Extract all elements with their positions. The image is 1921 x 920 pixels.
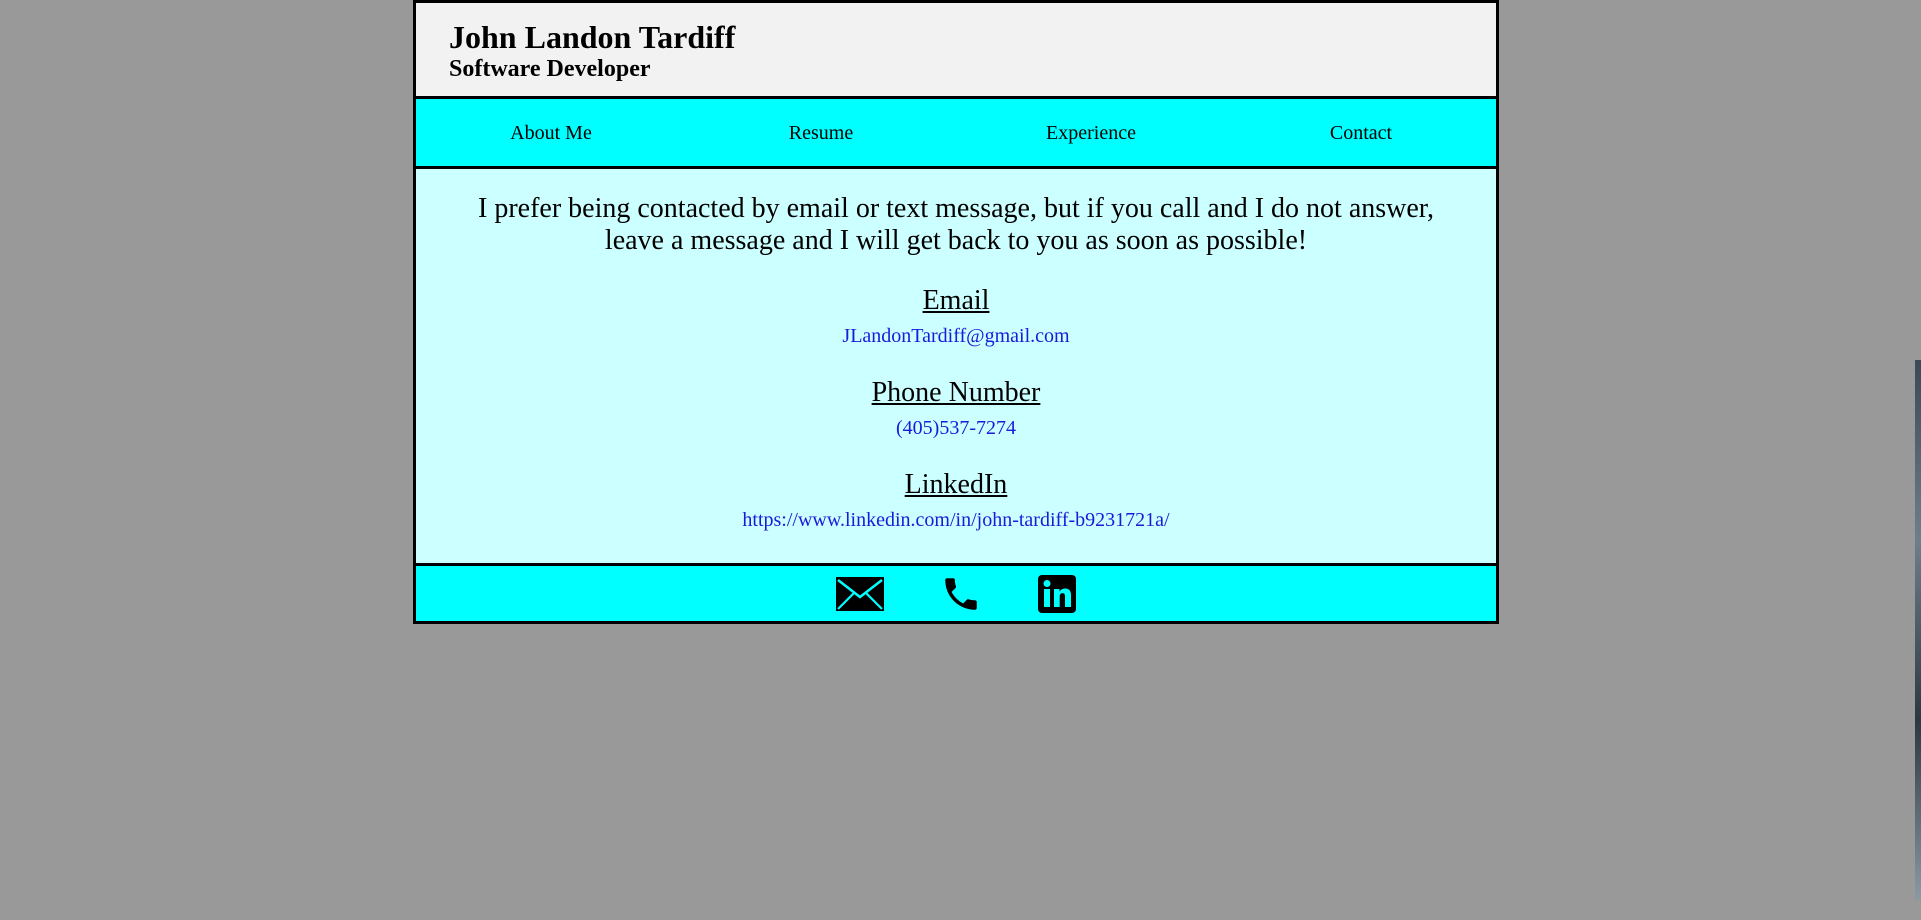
linkedin-link[interactable]: https://www.linkedin.com/in/john-tardiff… <box>742 507 1169 533</box>
envelope-icon[interactable] <box>835 576 885 612</box>
page-container: John Landon Tardiff Software Developer A… <box>413 0 1499 624</box>
site-owner-name: John Landon Tardiff <box>449 19 736 55</box>
site-header: John Landon Tardiff Software Developer <box>416 3 1496 99</box>
contact-section: I prefer being contacted by email or tex… <box>416 169 1496 566</box>
linkedin-heading: LinkedIn <box>904 469 1008 500</box>
linkedin-icon[interactable] <box>1037 574 1077 614</box>
background-edge-strip <box>1915 360 1921 900</box>
nav-item-about-me[interactable]: About Me <box>416 120 686 145</box>
site-footer <box>416 566 1496 621</box>
email-link[interactable]: JLandonTardiff@gmail.com <box>842 323 1069 349</box>
phone-icon[interactable] <box>940 573 982 615</box>
nav-item-contact[interactable]: Contact <box>1226 120 1496 145</box>
email-heading: Email <box>922 285 990 316</box>
phone-heading: Phone Number <box>871 377 1041 408</box>
nav-item-resume[interactable]: Resume <box>686 120 956 145</box>
site-owner-role: Software Developer <box>449 56 651 82</box>
contact-intro-line-1: I prefer being contacted by email or tex… <box>478 193 1434 224</box>
main-nav: About Me Resume Experience Contact <box>416 99 1496 169</box>
phone-link[interactable]: (405)537-7274 <box>896 415 1016 441</box>
contact-intro: I prefer being contacted by email or tex… <box>456 193 1456 257</box>
nav-item-experience[interactable]: Experience <box>956 120 1226 145</box>
contact-intro-line-2: leave a message and I will get back to y… <box>604 225 1308 256</box>
